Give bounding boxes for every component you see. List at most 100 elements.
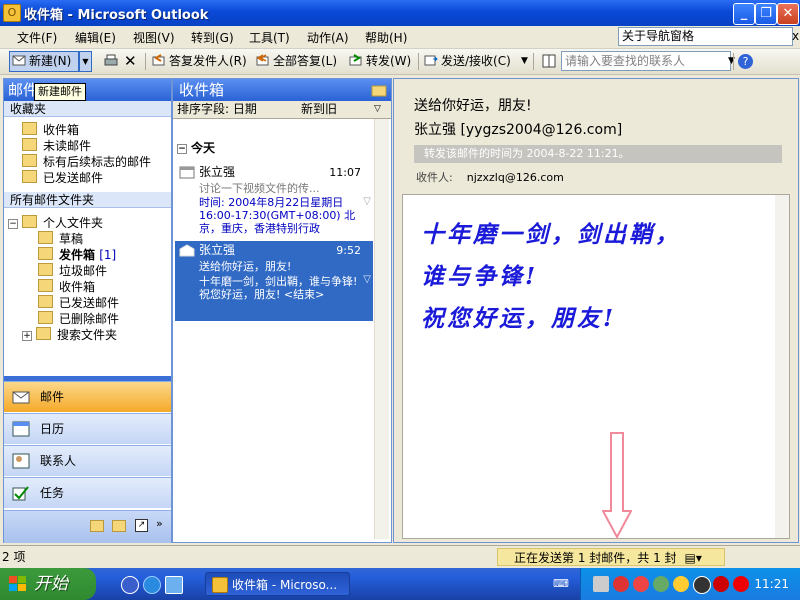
configure-buttons-icon[interactable]: » [156, 517, 163, 530]
message-body[interactable]: 十年磨一剑，剑出鞘， 谁与争锋! 祝您好运，朋友! [402, 194, 790, 539]
minimize-button[interactable]: _ [733, 3, 755, 25]
address-book-icon[interactable] [541, 52, 557, 70]
send-receive-button[interactable]: 发送/接收(C) [424, 52, 511, 70]
inbox-icon [22, 122, 37, 135]
message-subject-heading: 送给你好运，朋友! [414, 98, 532, 114]
menu-tools[interactable]: 工具(T) [249, 29, 290, 46]
new-mail-button[interactable]: 新建(N) [9, 51, 79, 72]
menu-file[interactable]: 文件(F) [17, 29, 57, 46]
tasks-icon [12, 486, 29, 501]
tray-icon[interactable] [593, 576, 609, 592]
sort-chevron-icon[interactable]: ▽ [374, 101, 381, 118]
folder-junk[interactable]: 垃圾邮件 [38, 263, 107, 279]
tray-icon[interactable] [673, 576, 689, 592]
menu-view[interactable]: 视图(V) [133, 29, 175, 46]
keyboard-icon[interactable]: ⌨ [553, 577, 569, 590]
nav-button-contacts[interactable]: 联系人 [4, 445, 171, 476]
tray-icon[interactable] [653, 576, 669, 592]
personal-folders[interactable]: − 个人文件夹 [8, 215, 103, 231]
shortcuts-icon[interactable]: ↗ [135, 519, 148, 532]
close-button[interactable]: ✕ [777, 3, 799, 25]
help-search-box[interactable]: 关于导航窗格 [618, 27, 793, 46]
favorite-sent[interactable]: 已发送邮件 [22, 170, 103, 186]
message-time: 11:07 [329, 166, 361, 179]
menu-actions[interactable]: 动作(A) [307, 29, 349, 46]
notes-icon[interactable] [90, 520, 104, 532]
flag-icon[interactable]: ▽ [363, 273, 371, 286]
drafts-icon [38, 231, 53, 244]
list-scrollbar[interactable] [374, 119, 389, 539]
tray-icon[interactable] [633, 576, 649, 592]
message-subject: 讨论一下视频文件的传... [199, 182, 320, 195]
send-progress-status[interactable]: 正在发送第 1 封邮件，共 1 封 ▤▾ [497, 548, 725, 566]
favorites-header[interactable]: 收藏夹 [4, 101, 171, 117]
forward-button[interactable]: 转发(W) [349, 52, 411, 70]
send-receive-dropdown-icon[interactable]: ▼ [521, 52, 528, 70]
info-bar[interactable]: 转发该邮件的时间为 2004-8-22 11:21。 [414, 145, 782, 163]
print-icon[interactable] [103, 52, 119, 70]
media-player-icon[interactable] [121, 576, 139, 594]
tray-icon[interactable] [613, 576, 629, 592]
folder-drafts[interactable]: 草稿 [38, 231, 83, 247]
collapse-icon[interactable]: − [177, 144, 187, 154]
group-header-today[interactable]: − 今天 [177, 139, 215, 156]
menu-go[interactable]: 转到(G) [191, 29, 234, 46]
sort-bar[interactable]: 排序字段: 日期 新到旧 ▽ [173, 101, 391, 119]
menu-help[interactable]: 帮助(H) [365, 29, 407, 46]
message-sender-line[interactable]: 张立强 [yygzs2004@126.com] [414, 119, 622, 139]
menu-close-icon[interactable]: x [792, 29, 799, 43]
taskbar-item-outlook[interactable]: 收件箱 - Microso... [205, 572, 350, 596]
ie-icon[interactable] [143, 576, 161, 594]
expand-icon[interactable]: + [22, 331, 32, 341]
favorite-inbox[interactable]: 收件箱 [22, 122, 79, 138]
message-item-selected[interactable]: 张立强 9:52 送给你好运，朋友! 十年磨一剑，剑出鞘，谁与争锋! 祝您好运，… [175, 241, 373, 321]
message-item[interactable]: 张立强 11:07 讨论一下视频文件的传... 时间: 2004年8月22日星期… [175, 163, 373, 239]
flag-icon[interactable]: ▽ [363, 195, 371, 208]
new-mail-tooltip: 新建邮件 [34, 83, 86, 101]
outlook-icon[interactable]: O [3, 4, 21, 22]
body-scrollbar[interactable] [775, 195, 789, 538]
tray-icon[interactable] [733, 576, 749, 592]
sort-field[interactable]: 排序字段: 日期 [177, 101, 257, 118]
list-header: 收件箱 [173, 79, 391, 101]
forward-icon [349, 54, 362, 66]
help-icon[interactable]: ? [738, 54, 753, 69]
favorite-unread[interactable]: 未读邮件 [22, 138, 91, 154]
collapse-icon[interactable]: − [8, 219, 18, 229]
reply-button[interactable]: 答复发件人(R) [152, 52, 247, 70]
reply-all-button[interactable]: 全部答复(L) [256, 52, 337, 70]
tray-icon[interactable] [693, 576, 711, 594]
new-dropdown-button[interactable]: ▼ [79, 51, 92, 72]
nav-footer: ↗ » [4, 510, 171, 543]
message-time: 9:52 [336, 244, 361, 257]
message-list: 收件箱 排序字段: 日期 新到旧 ▽ − 今天 张立强 11:07 讨论一下视频文… [172, 78, 392, 543]
nav-header: 邮件 [4, 79, 171, 101]
sort-order[interactable]: 新到旧 [301, 101, 337, 118]
outlook-quicklaunch-icon[interactable] [165, 576, 183, 594]
item-count: 2 项 [2, 550, 26, 564]
folder-inbox[interactable]: 收件箱 [38, 279, 95, 295]
nav-button-tasks[interactable]: 任务 [4, 477, 171, 508]
restore-button[interactable]: ❐ [755, 3, 777, 25]
message-preview: 十年磨一剑，剑出鞘，谁与争锋! 祝您好运，朋友! <结束> [199, 275, 358, 301]
clock[interactable]: 11:21 [754, 577, 789, 591]
nav-button-mail[interactable]: 邮件 [4, 381, 171, 412]
send-receive-icon [424, 55, 438, 66]
folder-outbox[interactable]: 发件箱 [1] [38, 247, 116, 263]
folder-search[interactable]: + 搜索文件夹 [22, 327, 117, 343]
delete-icon[interactable]: ✕ [124, 52, 137, 70]
all-folders-header[interactable]: 所有邮件文件夹 [4, 192, 171, 208]
start-button[interactable]: 开始 [0, 568, 96, 600]
nav-button-calendar[interactable]: 日历 [4, 413, 171, 444]
folder-list-icon[interactable] [112, 520, 126, 532]
to-value[interactable]: njzxzlq@126.com [467, 171, 564, 184]
search-folder-icon [22, 154, 37, 167]
toolbar-separator [733, 53, 734, 70]
tray-icon[interactable] [713, 576, 729, 592]
favorite-flagged[interactable]: 标有后续标志的邮件 [22, 154, 151, 170]
reply-icon [152, 54, 165, 66]
find-contact-input[interactable]: 请输入要查找的联系人 [561, 51, 731, 71]
folder-deleted[interactable]: 已删除邮件 [38, 311, 119, 327]
menu-edit[interactable]: 编辑(E) [75, 29, 116, 46]
folder-sent[interactable]: 已发送邮件 [38, 295, 119, 311]
